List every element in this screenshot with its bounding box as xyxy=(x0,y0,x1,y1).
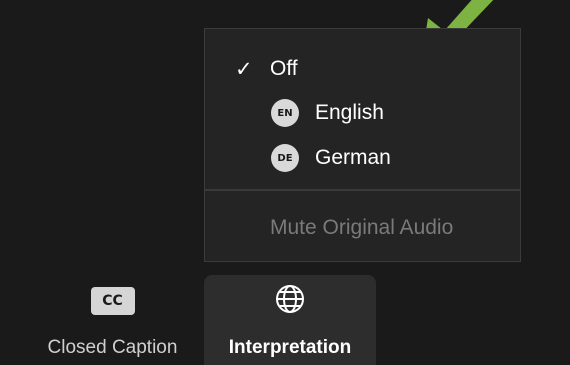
globe-icon xyxy=(276,285,304,313)
interpretation-label: Interpretation xyxy=(228,337,352,358)
menu-item-german[interactable]: DE German xyxy=(205,136,520,180)
menu-item-off[interactable]: ✓ Off xyxy=(205,47,520,91)
menu-item-off-label: Off xyxy=(270,57,298,80)
menu-item-english-label: English xyxy=(315,101,384,124)
menu-divider xyxy=(205,189,520,191)
check-icon: ✓ xyxy=(235,57,253,81)
closed-caption-label: Closed Caption xyxy=(47,337,178,358)
mute-original-audio-label: Mute Original Audio xyxy=(270,216,454,239)
interpretation-menu: ✓ Off EN English DE German Mute Original… xyxy=(204,28,521,262)
german-badge-icon: DE xyxy=(271,144,299,172)
cc-icon: CC xyxy=(90,287,135,315)
menu-item-german-label: German xyxy=(315,146,391,169)
interpretation-button[interactable]: Interpretation xyxy=(204,275,376,365)
english-badge-icon: EN xyxy=(271,99,299,127)
closed-caption-button[interactable]: CC Closed Caption xyxy=(30,275,195,365)
menu-item-english[interactable]: EN English xyxy=(205,91,520,135)
meeting-screen: ✓ Off EN English DE German Mute Original… xyxy=(0,0,570,365)
mute-original-audio-item: Mute Original Audio xyxy=(205,206,520,250)
